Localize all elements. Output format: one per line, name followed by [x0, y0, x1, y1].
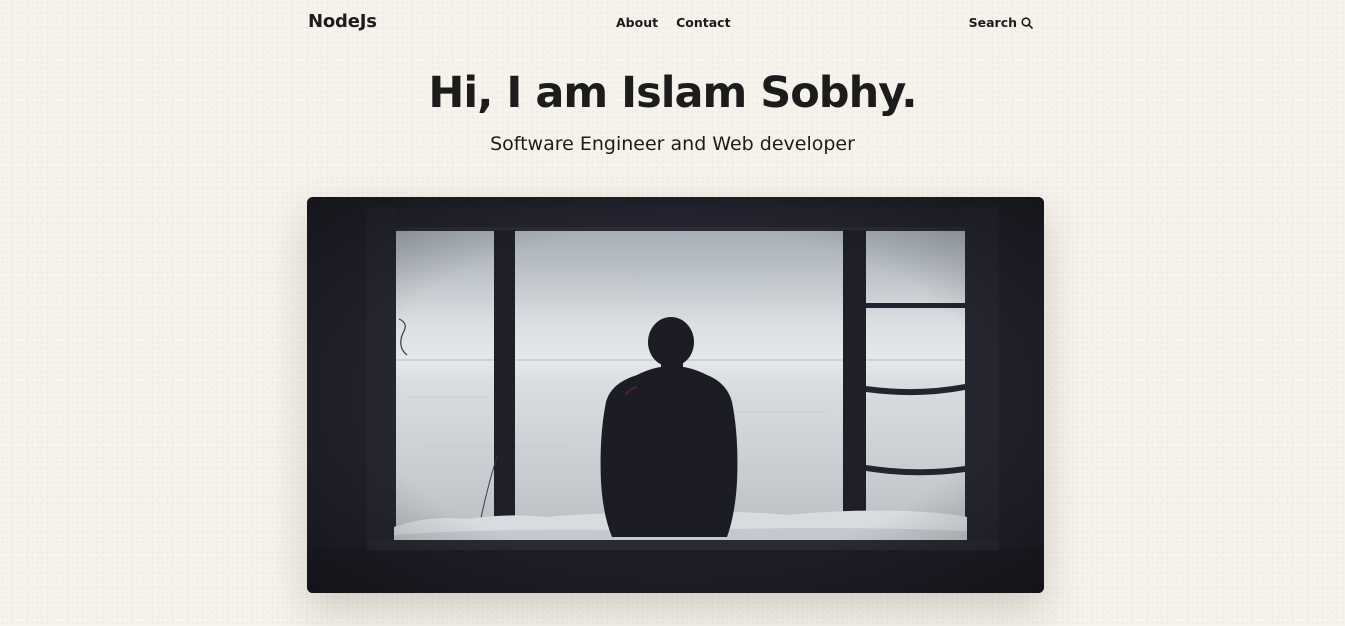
hero-subtitle: Software Engineer and Web developer [490, 133, 855, 155]
nav-link-contact[interactable]: Contact [676, 15, 730, 30]
hero-image [307, 197, 1044, 593]
main-nav: About Contact [616, 15, 731, 30]
hero-title: Hi, I am Islam Sobhy. [428, 68, 917, 118]
logo-link[interactable]: NodeJs [308, 11, 377, 32]
nav-link-about[interactable]: About [616, 15, 658, 30]
search-icon [1021, 16, 1033, 29]
site-header: NodeJs About Contact Search [307, 0, 1037, 44]
search-button[interactable]: Search [969, 15, 1033, 30]
search-label: Search [968, 15, 1017, 30]
